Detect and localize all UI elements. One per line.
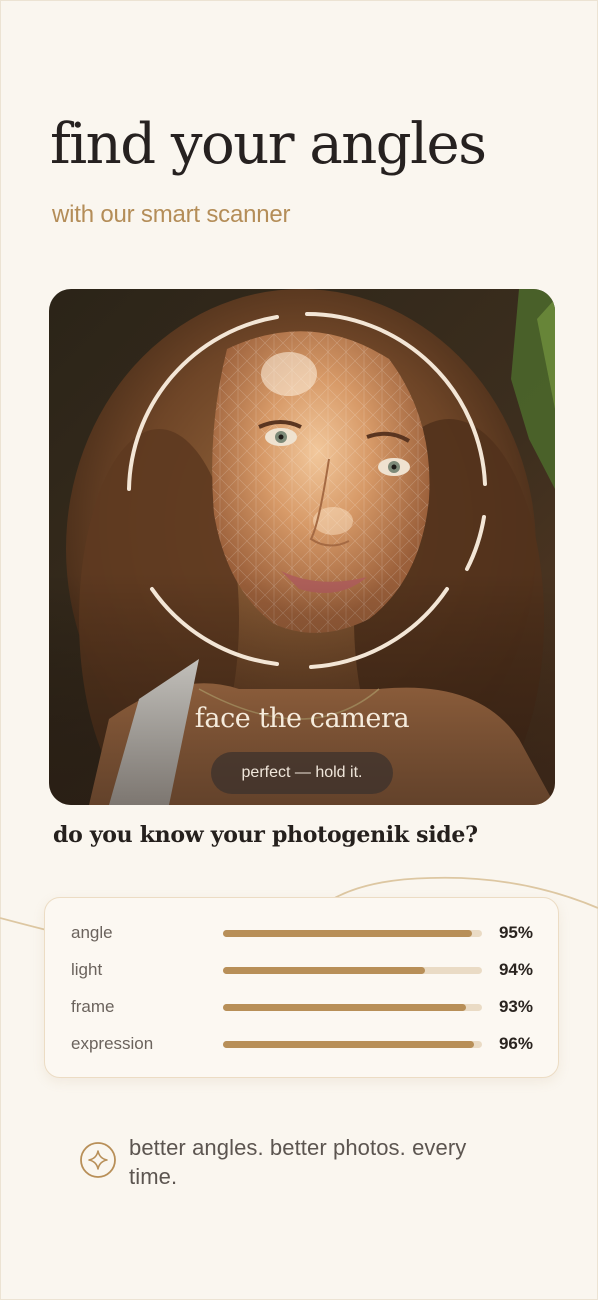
metric-progress-fill xyxy=(223,1004,467,1011)
metric-progress-bar xyxy=(223,1041,482,1048)
scan-instruction: face the camera xyxy=(194,703,410,734)
metric-progress-bar xyxy=(223,930,482,937)
metric-value: 95% xyxy=(498,923,533,942)
sparkle-icon xyxy=(80,1142,116,1178)
metric-progress-bar xyxy=(223,967,482,974)
metric-label: angle xyxy=(71,923,113,942)
metric-row-angle: angle 95% xyxy=(45,919,560,947)
metric-progress-fill xyxy=(223,930,472,937)
scan-status-badge: perfect — hold it. xyxy=(211,752,393,794)
metric-progress-fill xyxy=(223,967,426,974)
page-subtitle: with our smart scanner xyxy=(52,201,291,228)
metric-progress-bar xyxy=(223,1004,482,1011)
metric-value: 94% xyxy=(498,960,533,979)
page-title: find your angles xyxy=(50,112,487,177)
metric-progress-fill xyxy=(223,1041,475,1048)
face-scanner-preview[interactable]: face the camera perfect — hold it. xyxy=(49,289,555,805)
tagline-text: better angles. better photos. every time… xyxy=(129,1135,467,1189)
metric-row-frame: frame 93% xyxy=(45,993,560,1021)
metric-label: frame xyxy=(71,997,115,1016)
metric-value: 93% xyxy=(498,997,533,1016)
metric-row-expression: expression 96% xyxy=(45,1030,560,1058)
metric-value: 96% xyxy=(498,1034,533,1053)
metric-label: light xyxy=(71,960,103,979)
metric-row-light: light 94% xyxy=(45,956,560,984)
photogenic-metrics-card: angle 95% light 94% frame 93% expression… xyxy=(44,897,559,1078)
section-question: do you know your photogenik side? xyxy=(53,822,478,848)
metric-label: expression xyxy=(71,1034,154,1053)
